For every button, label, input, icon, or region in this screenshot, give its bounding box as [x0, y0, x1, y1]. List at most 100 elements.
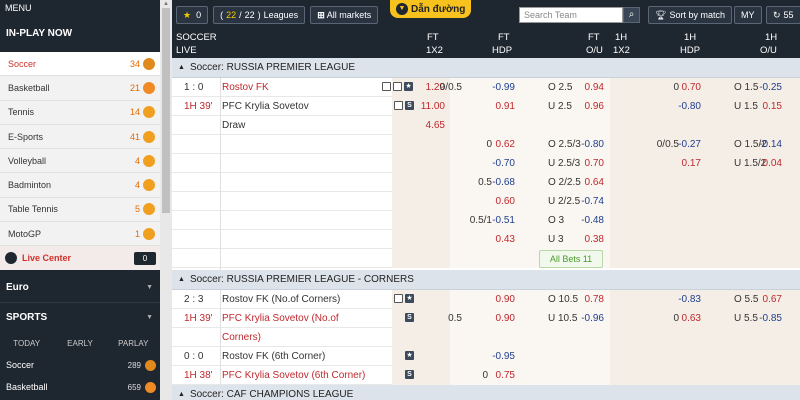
ft-ou-odds[interactable]: -0.48 — [581, 211, 604, 230]
sidebar-item-soccer[interactable]: Soccer 289 — [0, 354, 160, 376]
1h-hdp-odds[interactable]: 0.70 — [682, 78, 701, 97]
1h-hdp-odds[interactable]: -0.27 — [678, 135, 701, 154]
search-icon[interactable]: ⌕ — [623, 7, 640, 23]
ft-hdp-odds[interactable]: 0.60 — [496, 192, 515, 211]
dan-duong-button[interactable]: ▼ Dẫn đường — [390, 0, 472, 18]
stats-icon[interactable] — [393, 82, 402, 91]
menu-label[interactable]: MENU — [0, 0, 160, 16]
away-team: PFC Krylia Sovetov (6th Corner) — [222, 370, 366, 381]
sort-by-match-button[interactable]: 🏆︎ Sort by match — [648, 6, 732, 24]
ft-ou-odds[interactable]: 0.70 — [585, 154, 604, 173]
sport-count: 4 — [134, 155, 140, 166]
sidebar: MENU IN-PLAY NOW Soccer 34 Basketball 21 Ten… — [0, 0, 160, 400]
live-stream-icon[interactable]: S — [405, 370, 414, 379]
ft-ou-odds[interactable]: 0.64 — [585, 173, 604, 192]
my-button[interactable]: MY — [734, 6, 762, 24]
1h-ou-odds[interactable]: -0.85 — [759, 309, 782, 328]
ft-ou-odds[interactable]: 0.94 — [585, 78, 604, 97]
header-ft-1x2-bottom: 1X2 — [426, 45, 443, 56]
ft-hdp-odds[interactable]: -0.68 — [492, 173, 515, 192]
collapse-icon: ▲ — [178, 391, 185, 398]
sidebar-item-motogp[interactable]: MotoGP 1 — [0, 222, 160, 247]
sidebar-scrollbar[interactable]: ▲ — [160, 0, 172, 400]
1h-hdp-odds[interactable]: 0.63 — [682, 309, 701, 328]
tv-icon[interactable] — [382, 82, 391, 91]
refresh-icon: ↻ — [773, 9, 781, 20]
tab-parlay[interactable]: PARLAY — [107, 339, 160, 348]
ft-ou-odds[interactable]: -0.80 — [581, 135, 604, 154]
stats-icon[interactable] — [394, 101, 403, 110]
favorites-button[interactable]: ★ 0 — [176, 6, 209, 24]
league-header[interactable]: ▲ Soccer: RUSSIA PREMIER LEAGUE - CORNER… — [172, 270, 800, 290]
ft-hdp-odds[interactable]: 0.91 — [496, 97, 515, 116]
leagues-button[interactable]: ( 22 / 22 ) Leagues — [213, 6, 306, 24]
ft-1x2-band — [392, 154, 450, 173]
ft-ou-line: U 2.5 — [548, 101, 572, 112]
ft-ou-odds[interactable]: 0.78 — [585, 290, 604, 309]
scrollbar-thumb[interactable] — [162, 8, 170, 213]
sidebar-item-volleyball[interactable]: Volleyball 4 — [0, 149, 160, 174]
ft-1x2-band — [392, 347, 450, 366]
collapse-icon: ▲ — [178, 64, 185, 71]
ft-1x2-band — [392, 211, 450, 230]
1h-ou-odds[interactable]: -0.25 — [759, 78, 782, 97]
ft-ou-odds[interactable]: 0.38 — [585, 230, 604, 249]
ft-hdp-odds[interactable]: 0.90 — [496, 290, 515, 309]
1h-ou-odds[interactable]: -0.14 — [759, 135, 782, 154]
ft-hdp-odds[interactable]: 0.75 — [496, 366, 515, 385]
ft-1x2-away[interactable]: 11.00 — [421, 97, 445, 116]
sidebar-item-basketball[interactable]: Basketball 659 — [0, 376, 160, 398]
ft-ou-odds[interactable]: 0.96 — [585, 97, 604, 116]
league-header[interactable]: ▲ Soccer: RUSSIA PREMIER LEAGUE — [172, 58, 800, 78]
star-icon[interactable]: ★ — [405, 294, 414, 303]
sidebar-item-basketball[interactable]: Basketball 21 — [0, 76, 160, 101]
ft-ou-odds[interactable]: -0.74 — [581, 192, 604, 211]
1h-ou-odds[interactable]: 0.15 — [763, 97, 782, 116]
euro-label: Euro — [6, 281, 29, 293]
all-markets-button[interactable]: ⊞ All markets — [310, 6, 379, 24]
1h-ou-odds[interactable]: 0.67 — [763, 290, 782, 309]
sidebar-item-table-tennis[interactable]: Table Tennis 5 — [0, 197, 160, 223]
ft-hdp-odds[interactable]: -0.51 — [492, 211, 515, 230]
euro-section[interactable]: Euro ▼ — [0, 272, 160, 302]
sidebar-item-tennis[interactable]: Tennis 14 — [0, 100, 160, 125]
sidebar-item-badminton[interactable]: Badminton 4 — [0, 173, 160, 198]
chevron-down-icon: ▼ — [146, 283, 153, 291]
ft-hdp-odds[interactable]: 0.43 — [496, 230, 515, 249]
star-icon[interactable]: ★ — [404, 82, 413, 91]
1h-hdp-odds[interactable]: -0.83 — [678, 290, 701, 309]
tab-early[interactable]: EARLY — [53, 339, 106, 348]
sports-label: SPORTS — [6, 312, 48, 324]
ft-hdp-odds[interactable]: 0.62 — [496, 135, 515, 154]
1h-hdp-line: 0 — [673, 82, 679, 93]
ft-hdp-odds[interactable]: -0.95 — [492, 347, 515, 366]
sport-name: Basketball — [8, 82, 50, 93]
header-1h-1x2-bottom: 1X2 — [613, 45, 630, 56]
match-score: 0 : 0 — [184, 351, 204, 362]
live-stream-icon[interactable]: S — [405, 101, 414, 110]
search-input[interactable]: Search Team — [519, 7, 623, 23]
ft-hdp-odds[interactable]: -0.99 — [492, 78, 515, 97]
all-bets-button[interactable]: All Bets 11 — [539, 250, 603, 268]
sidebar-item-e-sports[interactable]: E-Sports 41 — [0, 124, 160, 150]
star-icon[interactable]: ★ — [405, 351, 414, 360]
ft-1x2-band — [392, 366, 450, 385]
league-header[interactable]: ▲ Soccer: CAF CHAMPIONS LEAGUE — [172, 385, 800, 400]
ft-hdp-odds[interactable]: 0.90 — [496, 309, 515, 328]
ft-hdp-odds[interactable]: -0.70 — [492, 154, 515, 173]
ft-1x2-draw[interactable]: 4.65 — [426, 116, 445, 135]
refresh-button[interactable]: ↻ 55 — [766, 6, 800, 24]
live-center-item[interactable]: Live Center 0 — [0, 246, 160, 271]
scroll-up-icon[interactable]: ▲ — [163, 1, 169, 7]
live-stream-icon[interactable]: S — [405, 313, 414, 322]
1h-hdp-odds[interactable]: -0.80 — [678, 97, 701, 116]
1h-odds-band — [610, 328, 800, 347]
ft-ou-odds[interactable]: -0.96 — [581, 309, 604, 328]
sports-section[interactable]: SPORTS ▼ — [0, 302, 160, 332]
sidebar-item-soccer[interactable]: Soccer 34 — [0, 52, 160, 77]
tab-today[interactable]: TODAY — [0, 339, 53, 348]
stats-icon[interactable] — [394, 294, 403, 303]
1h-hdp-odds[interactable]: 0.17 — [682, 154, 701, 173]
match-icons: S — [394, 101, 416, 110]
1h-ou-odds[interactable]: 0.04 — [763, 154, 782, 173]
